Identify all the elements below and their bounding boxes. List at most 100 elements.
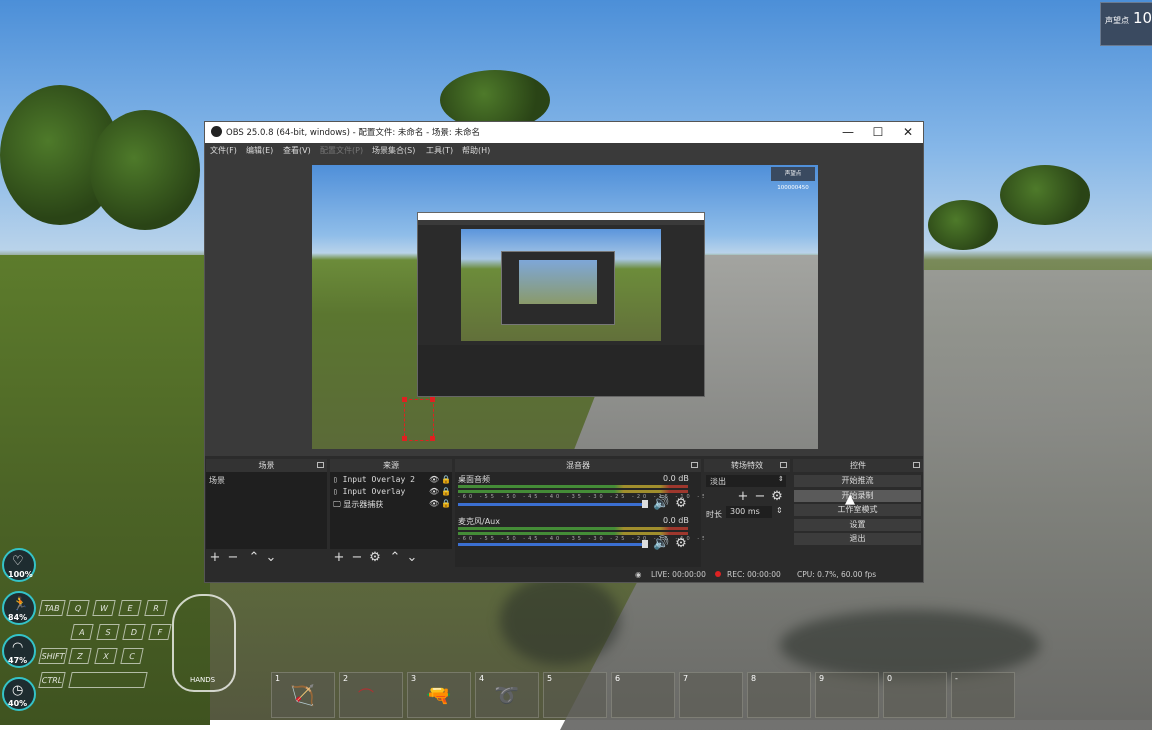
resize-handle[interactable] [402, 436, 407, 441]
slot-number: 5 [547, 674, 553, 683]
key-f: F [148, 624, 172, 640]
hotbar-slot[interactable]: 3 🔫 [407, 672, 471, 718]
transitions-dock-title[interactable]: 转场特效 [704, 459, 790, 472]
hotbar-slot[interactable]: 4 ➰ [475, 672, 539, 718]
menu-scene-collection[interactable]: 场景集合(S) [372, 145, 415, 156]
spinner-arrows-icon[interactable]: ⇕ [776, 506, 783, 515]
maximize-button[interactable]: ☐ [863, 122, 893, 143]
start-recording-button[interactable]: 开始录制 [794, 490, 921, 502]
start-streaming-button[interactable]: 开始推流 [794, 475, 921, 487]
key-x: X [94, 648, 118, 664]
source-properties-gear-icon[interactable]: ⚙ [368, 550, 382, 565]
hotbar-slot[interactable]: 7 [679, 672, 743, 718]
menu-view[interactable]: 查看(V) [283, 145, 311, 156]
controls-dock-title[interactable]: 控件 [793, 459, 923, 472]
hotbar-slot[interactable]: - [951, 672, 1015, 718]
key-e: E [118, 600, 142, 616]
exit-button[interactable]: 退出 [794, 533, 921, 545]
volume-slider-knob[interactable] [642, 540, 648, 548]
menu-profile[interactable]: 配置文件(P) [320, 145, 363, 156]
duration-input[interactable]: 300 ms [726, 506, 772, 518]
slot-number: 6 [615, 674, 621, 683]
remove-scene-button[interactable]: − [226, 550, 240, 565]
source-name: Input Overlay 2 [342, 475, 415, 484]
volume-meter [458, 532, 688, 535]
move-up-icon[interactable]: ⌃ [388, 550, 402, 565]
gear-icon[interactable]: ⚙ [674, 536, 688, 551]
food-icon: ◠ [12, 640, 24, 655]
lock-icon[interactable]: 🔒 [441, 487, 451, 496]
hotbar-slot[interactable]: 5 [543, 672, 607, 718]
lock-icon[interactable]: 🔒 [441, 499, 451, 508]
settings-button[interactable]: 设置 [794, 519, 921, 531]
hunger-ring: ◠ 47% [2, 634, 36, 668]
volume-slider[interactable] [458, 503, 648, 506]
remove-source-button[interactable]: − [350, 550, 364, 565]
undock-icon[interactable] [913, 462, 920, 468]
hotbar-slot[interactable]: 6 [611, 672, 675, 718]
gear-icon[interactable]: ⚙ [674, 496, 688, 511]
rec-timer: REC: 00:00:00 [727, 570, 781, 579]
sources-list[interactable]: ▯ Input Overlay 2 👁 🔒 ▯ Input Overlay 👁 … [330, 472, 452, 549]
studio-mode-button[interactable]: 工作室模式 [794, 504, 921, 516]
undock-icon[interactable] [780, 462, 787, 468]
sources-dock-title[interactable]: 来源 [330, 459, 452, 472]
crossbow-icon: 🏹 [290, 683, 315, 707]
heart-icon: ♡ [12, 554, 24, 569]
menu-file[interactable]: 文件(F) [210, 145, 237, 156]
source-item[interactable]: ▯ Input Overlay 👁 🔒 [333, 487, 451, 496]
add-scene-button[interactable]: + [208, 550, 222, 565]
scene-item[interactable]: 场景 [209, 475, 225, 486]
speaker-icon[interactable]: 🔊 [653, 536, 669, 551]
hotbar-slot[interactable]: 1 🏹 [271, 672, 335, 718]
status-bar: ◉ LIVE: 00:00:00 REC: 00:00:00 CPU: 0.7%… [205, 568, 923, 582]
menu-help[interactable]: 帮助(H) [462, 145, 490, 156]
preview-canvas[interactable]: 声望点 100000450 [312, 165, 818, 449]
add-transition-button[interactable]: + [736, 489, 750, 504]
eye-icon[interactable]: 👁 [429, 487, 439, 496]
hotbar-slot[interactable]: 8 [747, 672, 811, 718]
eye-icon[interactable]: 👁 [429, 499, 439, 508]
sources-toolbar: + − ⚙ ⌃ ⌄ [330, 549, 452, 567]
undock-icon[interactable] [691, 462, 698, 468]
hotbar-slot[interactable]: 9 [815, 672, 879, 718]
title-bar[interactable]: OBS 25.0.8 (64-bit, windows) - 配置文件: 未命名… [205, 122, 923, 143]
resize-handle[interactable] [430, 436, 435, 441]
mixer-title: 混音器 [566, 461, 590, 470]
menu-tools[interactable]: 工具(T) [426, 145, 453, 156]
source-type-icon: ▯ [333, 475, 338, 484]
add-source-button[interactable]: + [332, 550, 346, 565]
rope-icon: ➰ [494, 683, 519, 707]
nested-obs-window-2 [501, 251, 615, 325]
move-down-icon[interactable]: ⌄ [405, 550, 419, 565]
remove-transition-button[interactable]: − [753, 489, 767, 504]
move-down-icon[interactable]: ⌄ [264, 550, 278, 565]
mouse-cursor-icon: ▲ [845, 492, 855, 507]
undock-icon[interactable] [317, 462, 324, 468]
mixer-dock-title[interactable]: 混音器 [455, 459, 701, 472]
source-item[interactable]: ▯ Input Overlay 2 👁 🔒 [333, 475, 451, 484]
transition-select[interactable]: 淡出 ⇕ [706, 475, 786, 487]
scenes-dock-title[interactable]: 场景 [206, 459, 327, 472]
lock-icon[interactable]: 🔒 [441, 475, 451, 484]
volume-slider-knob[interactable] [642, 500, 648, 508]
scenes-list[interactable]: 场景 [206, 472, 327, 549]
channel-db: 0.0 dB [663, 516, 689, 525]
menu-edit[interactable]: 编辑(E) [246, 145, 273, 156]
transition-gear-icon[interactable]: ⚙ [770, 489, 784, 504]
minimize-button[interactable]: — [833, 122, 863, 143]
speaker-icon[interactable]: 🔊 [653, 496, 669, 511]
eye-icon[interactable]: 👁 [429, 475, 439, 484]
move-up-icon[interactable]: ⌃ [247, 550, 261, 565]
key-z: Z [68, 648, 92, 664]
nested-obs-window [417, 212, 705, 397]
resize-handle[interactable] [402, 397, 407, 402]
nested-preview [461, 229, 661, 341]
resize-handle[interactable] [430, 397, 435, 402]
source-selection-box[interactable] [404, 399, 434, 441]
volume-slider[interactable] [458, 543, 648, 546]
source-item[interactable]: 🖵 显示器捕获 👁 🔒 [333, 499, 451, 510]
hotbar-slot[interactable]: 2 ⌒ [339, 672, 403, 718]
close-button[interactable]: ✕ [893, 122, 923, 143]
hotbar-slot[interactable]: 0 [883, 672, 947, 718]
